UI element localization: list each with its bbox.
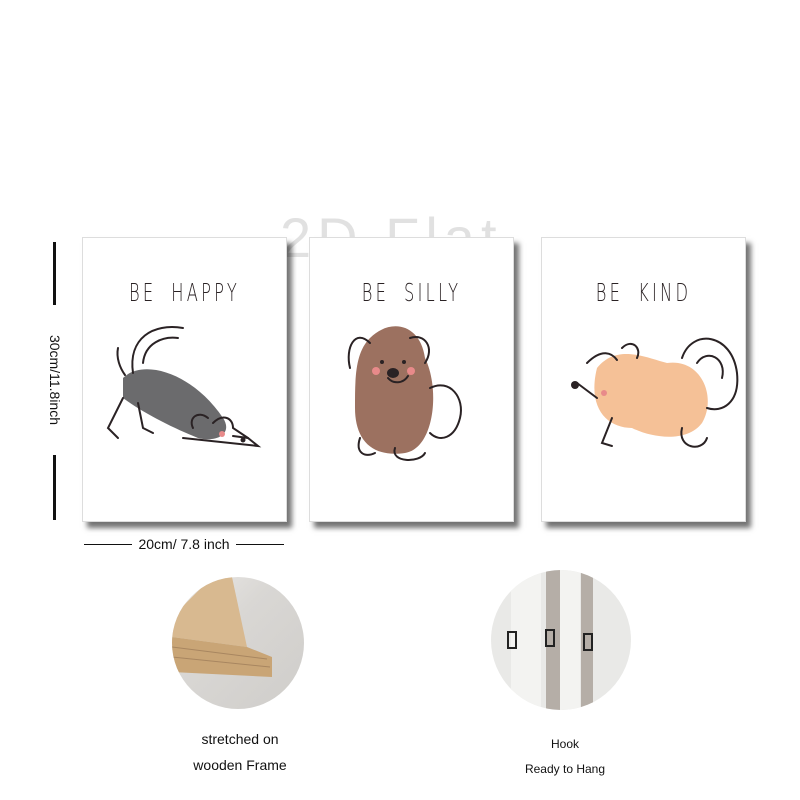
height-dimension-label: 30cm/11.8inch (47, 305, 63, 455)
bowing-dog-illustration (106, 326, 262, 448)
hook-photo (491, 570, 631, 710)
dimension-line (84, 543, 133, 545)
poster-title: BE SILLY (361, 278, 462, 307)
dimension-line (235, 543, 284, 545)
wooden-frame-photo (172, 577, 304, 709)
poster-be-happy: BE HAPPY (82, 237, 287, 522)
feature-caption-line1: Hook (550, 737, 579, 751)
feature-caption-line2: Ready to Hang (524, 762, 606, 776)
feature-caption-line1: stretched on (201, 731, 279, 747)
feature-caption-line2: wooden Frame (193, 757, 287, 773)
width-dimension: 20cm/ 7.8 inch (84, 536, 284, 552)
poster-title: BE KIND (595, 278, 692, 307)
corgi-illustration (571, 337, 739, 448)
sitting-dog-illustration (347, 326, 462, 461)
poster-be-kind: BE KIND (541, 237, 746, 522)
poster-title: BE HAPPY (128, 278, 241, 307)
poster-be-silly: BE SILLY (309, 237, 514, 522)
width-dimension-label: 20cm/ 7.8 inch (138, 536, 230, 552)
